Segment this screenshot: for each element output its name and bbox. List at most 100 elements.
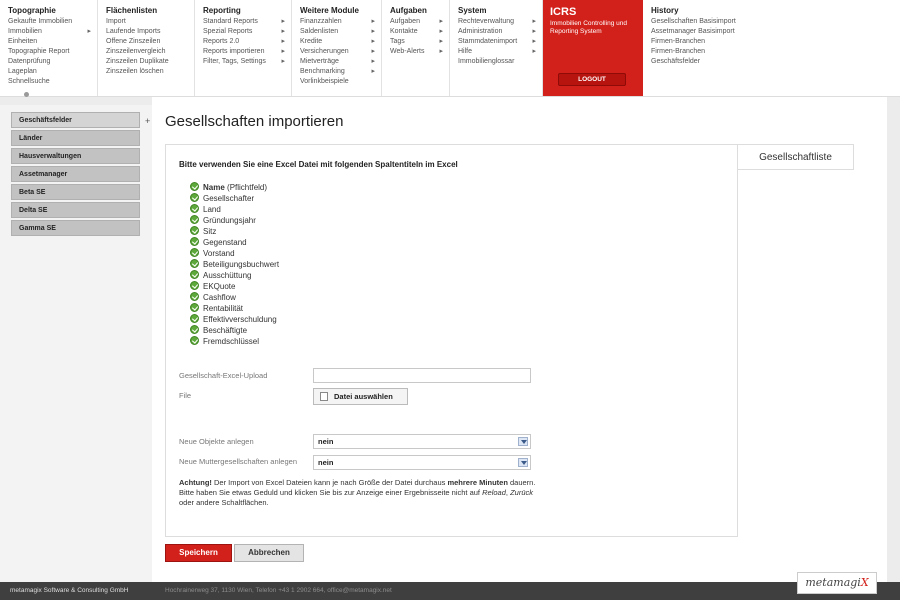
brand-subtitle: Immobilien Controlling und Reporting Sys…	[550, 20, 627, 35]
check-icon	[190, 281, 199, 290]
check-icon	[190, 292, 199, 301]
arrow-right-icon: ▸	[281, 38, 285, 45]
sidebar-item-assetmanager[interactable]: Assetmanager	[11, 166, 140, 182]
nav-heading[interactable]: Flächenlisten	[106, 6, 194, 15]
nav-item[interactable]: Reports 2.0 ▸	[203, 37, 291, 47]
check-icon	[190, 237, 199, 246]
arrow-right-icon: ▸	[532, 28, 536, 35]
nav-item[interactable]: Offene Zinszeilen	[106, 37, 194, 47]
nav-item[interactable]: Laufende Imports	[106, 27, 194, 37]
nav-item[interactable]: Zinszeilen löschen	[106, 67, 194, 77]
nav-item[interactable]: Immobilien ▸	[8, 27, 97, 37]
nav-item[interactable]: Einheiten	[8, 37, 97, 47]
nav-item[interactable]: Gesellschaften Basisimport	[651, 17, 900, 27]
upload-field[interactable]	[313, 368, 531, 383]
check-icon	[190, 248, 199, 257]
check-icon	[190, 215, 199, 224]
nav-heading[interactable]: Weitere Module	[300, 6, 381, 15]
sidebar-item-delta-se[interactable]: Delta SE	[11, 202, 140, 218]
nav-item[interactable]: Benchmarking ▸	[300, 67, 381, 77]
sidebar-item-gamma-se[interactable]: Gamma SE	[11, 220, 140, 236]
check-icon	[190, 325, 199, 334]
brand-title: ICRS	[550, 6, 577, 18]
nav-item[interactable]: Administration ▸	[458, 27, 542, 37]
nav-item[interactable]: Immobilienglossar	[458, 57, 542, 67]
nav-column-topographie: Topographie Gekaufte Immobilien Immobili…	[0, 0, 98, 96]
check-icon	[190, 303, 199, 312]
cancel-button[interactable]: Abbrechen	[234, 544, 304, 562]
column-item: Vorstand	[190, 248, 235, 259]
sidebar-item-laender[interactable]: Länder	[11, 130, 140, 146]
footer-company: metamagix Software & Consulting GmbH	[10, 587, 129, 594]
nav-item[interactable]: Saldenlisten ▸	[300, 27, 381, 37]
column-item: Gegenstand	[190, 237, 247, 248]
column-item: Gesellschafter	[190, 193, 254, 204]
column-item: Land	[190, 204, 221, 215]
nav-heading[interactable]: System	[458, 6, 542, 15]
check-icon	[190, 270, 199, 279]
column-item: Cashflow	[190, 292, 236, 303]
nav-item[interactable]: Geschäftsfelder	[651, 57, 900, 67]
file-label: File	[179, 391, 192, 400]
new-objects-label: Neue Objekte anlegen	[179, 437, 254, 446]
nav-item[interactable]: Web-Alerts ▸	[390, 47, 449, 57]
nav-item[interactable]: Topographie Report	[8, 47, 97, 57]
nav-item[interactable]: Hilfe ▸	[458, 47, 542, 57]
arrow-right-icon: ▸	[281, 48, 285, 55]
sidebar-item-geschaeftsfelder[interactable]: Geschäftsfelder	[11, 112, 140, 128]
nav-heading[interactable]: Aufgaben	[390, 6, 449, 15]
nav-column-history: History Gesellschaften Basisimport Asset…	[643, 0, 900, 96]
nav-item[interactable]: Schnellsuche	[8, 77, 97, 87]
logout-button[interactable]: LOGOUT	[558, 73, 626, 86]
nav-item[interactable]: Import	[106, 17, 194, 27]
nav-item[interactable]: Versicherungen ▸	[300, 47, 381, 57]
sidebar-item-hausverwaltungen[interactable]: Hausverwaltungen	[11, 148, 140, 164]
nav-item[interactable]: Assetmanager Basisimport	[651, 27, 900, 37]
arrow-right-icon: ▸	[439, 38, 443, 45]
nav-item[interactable]: Spezial Reports ▸	[203, 27, 291, 37]
nav-item[interactable]: Zinszeilen Duplikate	[106, 57, 194, 67]
icrs-brand-panel: ICRS Immobilien Controlling und Reportin…	[543, 0, 643, 96]
arrow-right-icon: ▸	[281, 18, 285, 25]
nav-item[interactable]: Aufgaben ▸	[390, 17, 449, 27]
nav-item[interactable]: Mietverträge ▸	[300, 57, 381, 67]
nav-item[interactable]: Finanzzahlen ▸	[300, 17, 381, 27]
nav-item[interactable]: Firmen-Branchen	[651, 47, 900, 57]
arrow-right-icon: ▸	[371, 48, 375, 55]
nav-heading[interactable]: History	[651, 6, 900, 15]
nav-item[interactable]: Stammdatenimport ▸	[458, 37, 542, 47]
expand-plus-icon[interactable]: +	[145, 116, 150, 126]
footer: metamagix Software & Consulting GmbH Hoc…	[0, 582, 900, 600]
sidebar-item-beta-se[interactable]: Beta SE	[11, 184, 140, 200]
nav-heading[interactable]: Topographie	[8, 6, 97, 15]
arrow-right-icon: ▸	[371, 28, 375, 35]
tab-gesellschaftliste[interactable]: Gesellschaftliste	[738, 144, 854, 170]
save-button[interactable]: Speichern	[165, 544, 232, 562]
column-item: EKQuote	[190, 281, 235, 292]
arrow-right-icon: ▸	[532, 18, 536, 25]
nav-item[interactable]: Firmen-Branchen	[651, 37, 900, 47]
check-icon	[190, 336, 199, 345]
new-parents-select[interactable]: nein	[313, 455, 531, 470]
column-item: Rentabilität	[190, 303, 243, 314]
arrow-right-icon: ▸	[371, 68, 375, 75]
nav-item[interactable]: Kredite ▸	[300, 37, 381, 47]
nav-item[interactable]: Standard Reports ▸	[203, 17, 291, 27]
nav-item[interactable]: Gekaufte Immobilien	[8, 17, 97, 27]
metamagix-logo: metamagiX	[797, 572, 877, 594]
nav-item[interactable]: Kontakte ▸	[390, 27, 449, 37]
nav-item[interactable]: Vorlinkbeispiele	[300, 77, 381, 87]
nav-item[interactable]: Reports importieren ▸	[203, 47, 291, 57]
nav-item[interactable]: Lageplan	[8, 67, 97, 77]
column-item: Beteiligungsbuchwert	[190, 259, 279, 270]
nav-heading[interactable]: Reporting	[203, 6, 291, 15]
nav-item[interactable]: Datenprüfung	[8, 57, 97, 67]
column-item: Effektivverschuldung	[190, 314, 277, 325]
new-objects-select[interactable]: nein	[313, 434, 531, 449]
nav-item[interactable]: Tags ▸	[390, 37, 449, 47]
nav-item[interactable]: Zinszeilenvergleich	[106, 47, 194, 57]
arrow-right-icon: ▸	[371, 58, 375, 65]
nav-item[interactable]: Filter, Tags, Settings ▸	[203, 57, 291, 67]
nav-item[interactable]: Rechteverwaltung ▸	[458, 17, 542, 27]
choose-file-button[interactable]: Datei auswählen	[313, 388, 408, 405]
